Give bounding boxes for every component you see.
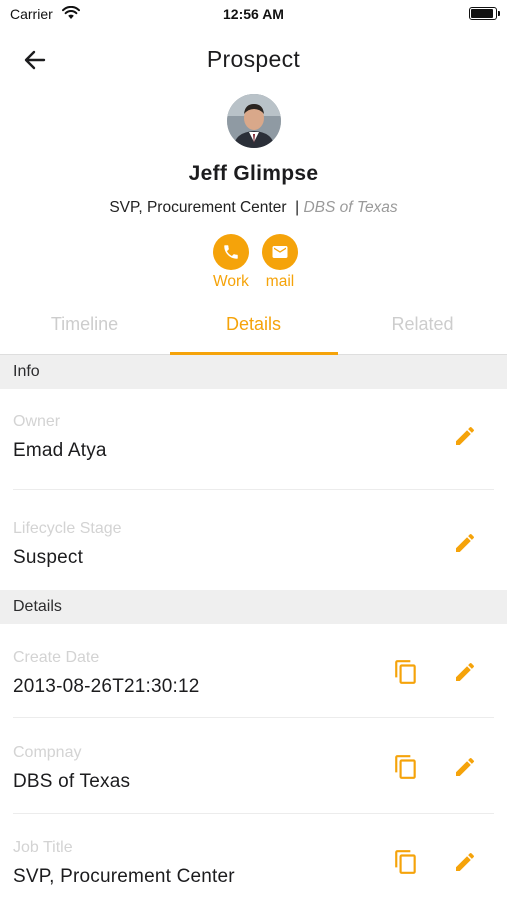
- tab-related[interactable]: Related: [338, 304, 507, 354]
- copy-icon[interactable]: [389, 655, 423, 689]
- mail-label: mail: [265, 273, 295, 290]
- field-value: DBS of Texas: [13, 771, 131, 792]
- field-label: Lifecycle Stage: [13, 520, 122, 537]
- battery-icon: [469, 7, 500, 20]
- field-label: Job Title: [13, 839, 73, 856]
- copy-icon[interactable]: [389, 750, 423, 784]
- field-value: 2013-08-26T21:30:12: [13, 676, 200, 697]
- status-bar: Carrier 12:56 AM: [0, 0, 507, 28]
- phone-icon: [213, 234, 249, 270]
- tab-timeline[interactable]: Timeline: [0, 304, 169, 354]
- work-call-button[interactable]: Work: [206, 234, 256, 291]
- edit-icon[interactable]: [448, 526, 482, 560]
- field-row-create-date: Create Date 2013-08-26T21:30:12: [0, 624, 507, 718]
- field-label: Compnay: [13, 744, 82, 761]
- mail-button[interactable]: mail: [255, 234, 305, 291]
- field-row-job-title: Job Title SVP, Procurement Center: [0, 814, 507, 900]
- field-row-lifecycle-stage: Lifecycle Stage Suspect: [0, 490, 507, 590]
- field-label: Create Date: [13, 649, 100, 666]
- edit-icon[interactable]: [448, 655, 482, 689]
- work-label: Work: [213, 273, 249, 290]
- edit-icon[interactable]: [448, 750, 482, 784]
- contact-job-title: SVP, Procurement Center: [109, 199, 287, 216]
- field-value: Suspect: [13, 547, 84, 568]
- section-header-details: Details: [0, 590, 507, 624]
- edit-icon[interactable]: [448, 419, 482, 453]
- copy-icon[interactable]: [389, 845, 423, 879]
- status-time: 12:56 AM: [223, 6, 284, 22]
- contact-company: DBS of Texas: [303, 199, 398, 216]
- subtitle-separator: |: [295, 199, 300, 216]
- mail-icon: [262, 234, 298, 270]
- section-header-info: Info: [0, 355, 507, 389]
- nav-bar: Prospect: [0, 28, 507, 92]
- field-value: Emad Atya: [13, 440, 107, 461]
- field-label: Owner: [13, 413, 61, 430]
- page-title: Prospect: [206, 46, 301, 72]
- field-row-company: Compnay DBS of Texas: [0, 718, 507, 814]
- contact-name: Jeff Glimpse: [188, 162, 319, 185]
- avatar: [227, 94, 281, 148]
- field-value: SVP, Procurement Center: [13, 866, 235, 887]
- edit-icon[interactable]: [448, 845, 482, 879]
- tab-details[interactable]: Details: [169, 304, 338, 354]
- contact-subtitle: SVP, Procurement Center | DBS of Texas: [0, 199, 507, 217]
- tab-bar: Timeline Details Related: [0, 304, 507, 355]
- field-row-owner: Owner Emad Atya: [0, 389, 507, 490]
